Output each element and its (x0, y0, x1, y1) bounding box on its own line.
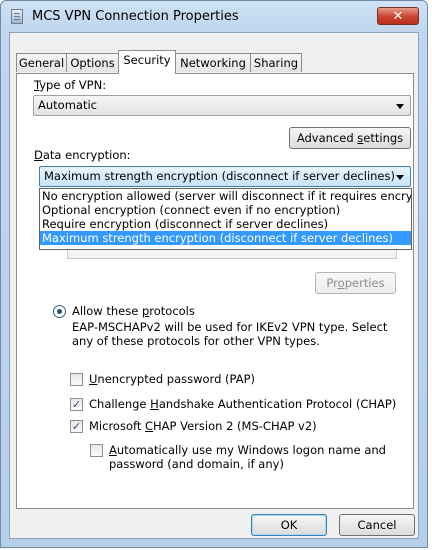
encryption-dropdown-list[interactable]: No encryption allowed (server will disco… (39, 188, 412, 250)
chap-checkbox[interactable]: ✓ (70, 398, 83, 411)
advanced-settings-button[interactable]: Advanced settings (289, 127, 411, 149)
cancel-button[interactable]: Cancel (339, 514, 415, 536)
title-bar[interactable]: MCS VPN Connection Properties ✕ (1, 1, 427, 31)
protocols-description-line: any of these protocols for other VPN typ… (72, 334, 320, 348)
encryption-option[interactable]: Optional encryption (connect even if no … (40, 203, 411, 217)
chevron-down-icon (396, 175, 404, 180)
chap-label[interactable]: Challenge Handshake Authentication Proto… (89, 397, 396, 411)
tab-options[interactable]: Options (66, 53, 119, 72)
pap-label[interactable]: Unencrypted password (PAP) (89, 372, 255, 386)
pap-checkbox[interactable] (70, 373, 83, 386)
auto-logon-checkbox[interactable] (90, 444, 103, 457)
data-encryption-select[interactable]: Maximum strength encryption (disconnect … (39, 166, 411, 187)
radio-selected-dot (57, 309, 62, 314)
encryption-option[interactable]: Require encryption (disconnect if server… (40, 217, 411, 231)
mschapv2-label[interactable]: Microsoft CHAP Version 2 (MS-CHAP v2) (89, 419, 317, 433)
encryption-option[interactable]: No encryption allowed (server will disco… (40, 189, 411, 203)
close-icon: ✕ (392, 9, 404, 24)
allow-protocols-label[interactable]: Allow these protocols (72, 304, 195, 318)
checkmark-icon: ✓ (71, 420, 82, 433)
protocols-description-line: EAP-MSCHAPv2 will be used for IKEv2 VPN … (72, 320, 388, 334)
encryption-option-selected[interactable]: Maximum strength encryption (disconnect … (40, 231, 411, 245)
checkmark-icon: ✓ (71, 398, 82, 411)
tab-sharing[interactable]: Sharing (250, 53, 302, 72)
vpn-type-label: Type of VPN: (34, 78, 107, 92)
chevron-down-icon (396, 104, 404, 109)
tab-networking[interactable]: Networking (175, 53, 251, 72)
tab-general[interactable]: General (16, 53, 67, 72)
properties-button[interactable]: Properties (315, 272, 396, 294)
connection-icon (11, 9, 23, 24)
data-encryption-value: Maximum strength encryption (disconnect … (44, 169, 395, 183)
auto-logon-label[interactable]: Automatically use my Windows logon name … (109, 443, 386, 457)
allow-protocols-radio[interactable] (53, 305, 66, 318)
ok-button[interactable]: OK (251, 514, 327, 536)
close-button[interactable]: ✕ (377, 7, 419, 25)
data-encryption-label: Data encryption: (34, 148, 131, 162)
window-title: MCS VPN Connection Properties (32, 9, 239, 24)
mschapv2-checkbox[interactable]: ✓ (70, 420, 83, 433)
vpn-type-select[interactable]: Automatic (33, 95, 411, 116)
vpn-type-value: Automatic (38, 98, 97, 112)
auto-logon-label-line2: password (and domain, if any) (109, 457, 284, 471)
tab-security[interactable]: Security (118, 50, 176, 74)
